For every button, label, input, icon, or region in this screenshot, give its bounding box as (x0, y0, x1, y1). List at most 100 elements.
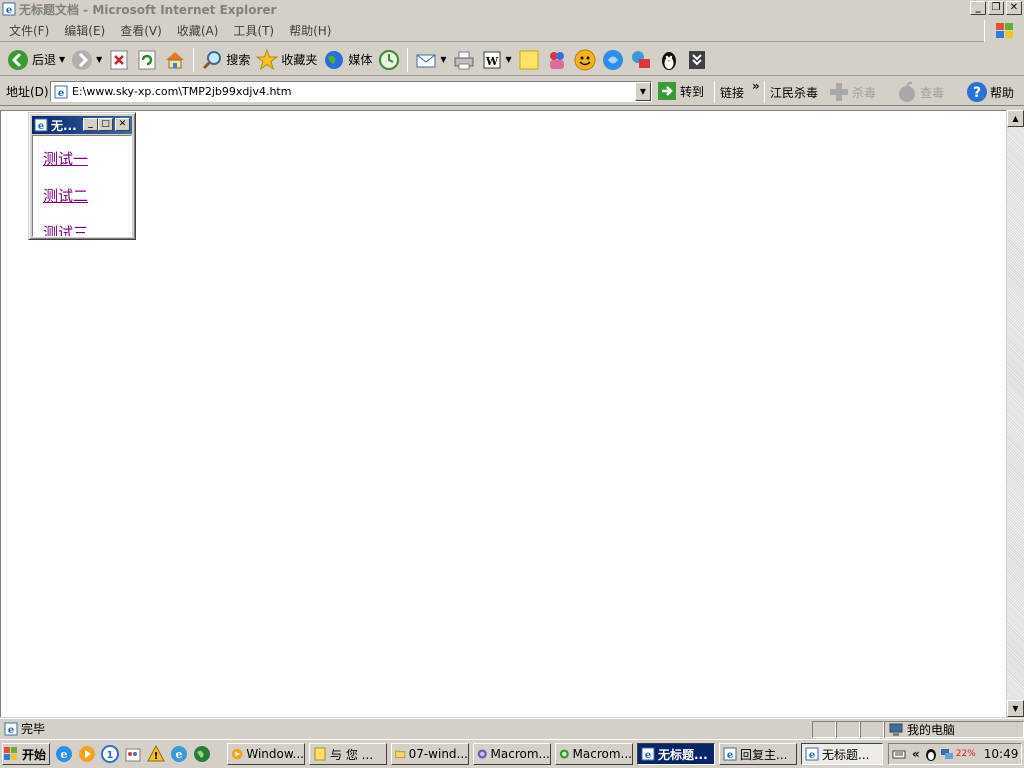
home-button[interactable] (161, 46, 189, 74)
vertical-scrollbar[interactable]: ▲ ▼ (1006, 110, 1024, 717)
popup-title-bar[interactable]: e 无... _ □ ✕ (32, 116, 132, 134)
popup-title: 无... (51, 118, 77, 133)
svg-text:e: e (645, 750, 651, 761)
svg-text:e: e (58, 88, 64, 99)
title-bar[interactable]: e 无标题文档 - Microsoft Internet Explorer _ … (0, 0, 1024, 18)
network-icon[interactable] (940, 747, 954, 761)
link-test-3[interactable]: 测试三 (43, 222, 88, 236)
paint-icon[interactable] (124, 745, 142, 763)
menu-help[interactable]: 帮助(H) (283, 22, 337, 39)
globe-icon[interactable] (193, 745, 211, 763)
scroll-up-button[interactable]: ▲ (1007, 110, 1024, 127)
history-button[interactable] (375, 46, 403, 74)
start-button[interactable]: 开始 (2, 743, 50, 765)
refresh-icon (138, 50, 156, 69)
dreamweaver-icon (559, 749, 569, 759)
address-input[interactable] (72, 85, 632, 98)
macromedia-icon (477, 749, 487, 759)
clock[interactable]: 10:49 (984, 747, 1019, 761)
scroll-down-button[interactable]: ▼ (1007, 700, 1024, 717)
task-label: 无标题... (822, 747, 870, 762)
links-label[interactable]: 链接 (720, 84, 744, 101)
popup-minimize-button[interactable]: _ (83, 118, 98, 131)
discuss-button[interactable] (515, 46, 543, 74)
media-player-icon[interactable] (78, 745, 96, 763)
task-folder[interactable]: 07-wind... (391, 743, 469, 765)
svg-text:1: 1 (107, 750, 114, 761)
ie-quicklaunch-icon[interactable]: e (55, 745, 73, 763)
edit-button[interactable]: W ▼ (478, 46, 515, 74)
jiangmin-label: 江民杀毒 (770, 86, 819, 100)
address-dropdown-button[interactable]: ▼ (635, 82, 651, 101)
refresh-button[interactable] (133, 46, 161, 74)
media-player-icon (231, 748, 243, 760)
forward-dropdown-icon[interactable]: ▼ (96, 55, 102, 64)
edit-dropdown-icon[interactable]: ▼ (506, 55, 512, 64)
status-cell (836, 721, 860, 738)
menu-edit[interactable]: 编辑(E) (58, 22, 111, 39)
svg-text:e: e (809, 750, 815, 761)
task-untitled-active[interactable]: e 无标题... (637, 743, 715, 765)
keyboard-icon[interactable] (892, 747, 906, 761)
close-button[interactable]: ✕ (1006, 1, 1022, 15)
links-chevron[interactable]: » (752, 79, 760, 93)
go-label: 转到 (680, 84, 705, 99)
help-button[interactable]: ? 帮助 (966, 81, 1014, 103)
mail-button[interactable]: ▼ (412, 46, 449, 74)
popup-window[interactable]: e 无... _ □ ✕ 测试一 测试二 测试三 (28, 112, 136, 240)
ie-icon: e (34, 118, 48, 132)
link-test-1[interactable]: 测试一 (43, 148, 88, 169)
task-reply[interactable]: e 回复主... (719, 743, 797, 765)
browser-button[interactable] (599, 46, 627, 74)
stop-button[interactable] (105, 46, 133, 74)
qq-penguin-icon[interactable] (924, 747, 938, 761)
task-macromedia-2[interactable]: Macrom... (555, 743, 633, 765)
tools-button[interactable] (627, 46, 655, 74)
back-button[interactable]: 后退 ▼ (4, 46, 68, 74)
page-content[interactable] (0, 110, 1006, 717)
minimize-button[interactable]: _ (970, 1, 986, 15)
task-macromedia-1[interactable]: Macrom... (473, 743, 551, 765)
ie-quicklaunch-icon[interactable]: e (170, 745, 188, 763)
search-button[interactable]: 搜索 (198, 46, 253, 74)
scan-virus-button[interactable]: 查毒 (896, 81, 944, 103)
media-button[interactable]: 媒体 (320, 46, 375, 74)
kill-virus-button[interactable]: 杀毒 (828, 81, 876, 103)
forward-button[interactable]: ▼ (68, 46, 105, 74)
security-zone: 我的电脑 (884, 721, 1024, 738)
task-label: 07-wind... (408, 747, 468, 761)
popup-close-button[interactable]: ✕ (115, 118, 130, 131)
help-question-icon: ? (967, 82, 987, 102)
info-icon[interactable]: 1 (101, 745, 119, 763)
task-windows-media[interactable]: Window... (227, 743, 305, 765)
tray-expand-chevron[interactable]: « (912, 747, 920, 761)
qq-button[interactable] (655, 46, 683, 74)
go-button[interactable]: 转到 (658, 82, 704, 100)
favorites-button[interactable]: 收藏夹 (253, 46, 320, 74)
history-icon (379, 49, 400, 70)
mail-dropdown-icon[interactable]: ▼ (440, 55, 446, 64)
popup-maximize-button[interactable]: □ (98, 118, 113, 131)
menu-view[interactable]: 查看(V) (114, 22, 168, 39)
task-chat[interactable]: 与 您 ... (309, 743, 387, 765)
menu-file[interactable]: 文件(F) (3, 22, 55, 39)
restore-button[interactable]: ❐ (988, 1, 1004, 15)
menu-tools[interactable]: 工具(T) (227, 22, 280, 39)
menu-favorites[interactable]: 收藏(A) (171, 22, 225, 39)
back-dropdown-icon[interactable]: ▼ (59, 55, 65, 64)
word-edit-icon: W (483, 51, 501, 68)
address-box[interactable]: e ▼ (50, 81, 652, 102)
print-button[interactable] (450, 46, 478, 74)
system-tray: « 22% 10:49 (888, 743, 1022, 765)
menu-bar: 文件(F) 编辑(E) 查看(V) 收藏(A) 工具(T) 帮助(H) (0, 20, 1024, 42)
smiley-icon (574, 49, 596, 70)
link-test-2[interactable]: 测试二 (43, 185, 88, 206)
back-arrow-icon (8, 49, 28, 70)
download-button[interactable] (683, 46, 711, 74)
status-bar: e 完毕 我的电脑 (0, 718, 1024, 738)
messenger-button[interactable] (543, 46, 571, 74)
messenger-icon (549, 51, 564, 69)
warning-icon[interactable]: ! (147, 745, 165, 763)
task-untitled[interactable]: e 无标题... (801, 743, 883, 765)
smiley-button[interactable] (571, 46, 599, 74)
